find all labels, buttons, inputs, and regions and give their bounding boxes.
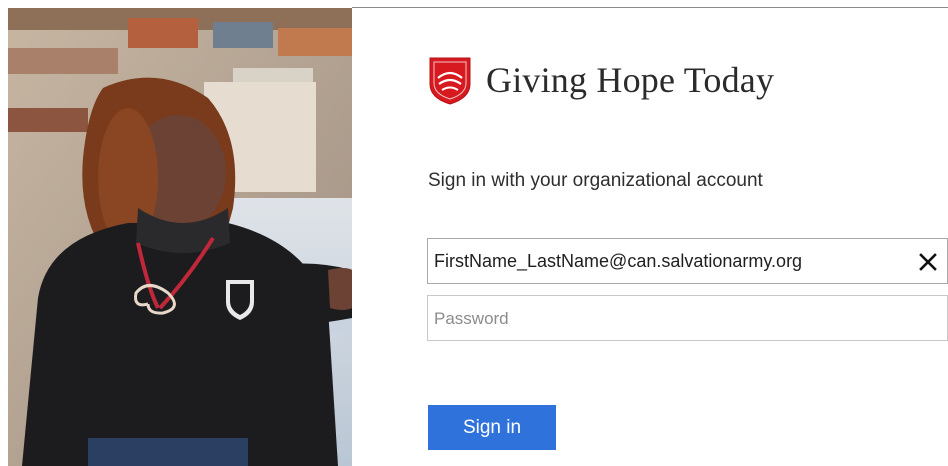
close-icon bbox=[919, 253, 937, 271]
salvation-army-shield-icon bbox=[429, 57, 471, 105]
email-field[interactable] bbox=[428, 239, 947, 283]
sign-in-prompt: Sign in with your organizational account bbox=[428, 170, 763, 191]
sign-in-button[interactable]: Sign in bbox=[428, 405, 556, 450]
brand-header: Giving Hope Today bbox=[428, 54, 774, 106]
illustration-photo bbox=[8, 8, 352, 466]
brand-title: Giving Hope Today bbox=[486, 60, 775, 100]
email-field-container bbox=[427, 238, 948, 284]
password-field-container bbox=[427, 295, 948, 341]
sign-in-page: Giving Hope Today Sign in with your orga… bbox=[0, 0, 948, 466]
clear-email-button[interactable] bbox=[915, 249, 941, 275]
password-field[interactable] bbox=[428, 296, 947, 340]
top-divider bbox=[352, 7, 948, 8]
